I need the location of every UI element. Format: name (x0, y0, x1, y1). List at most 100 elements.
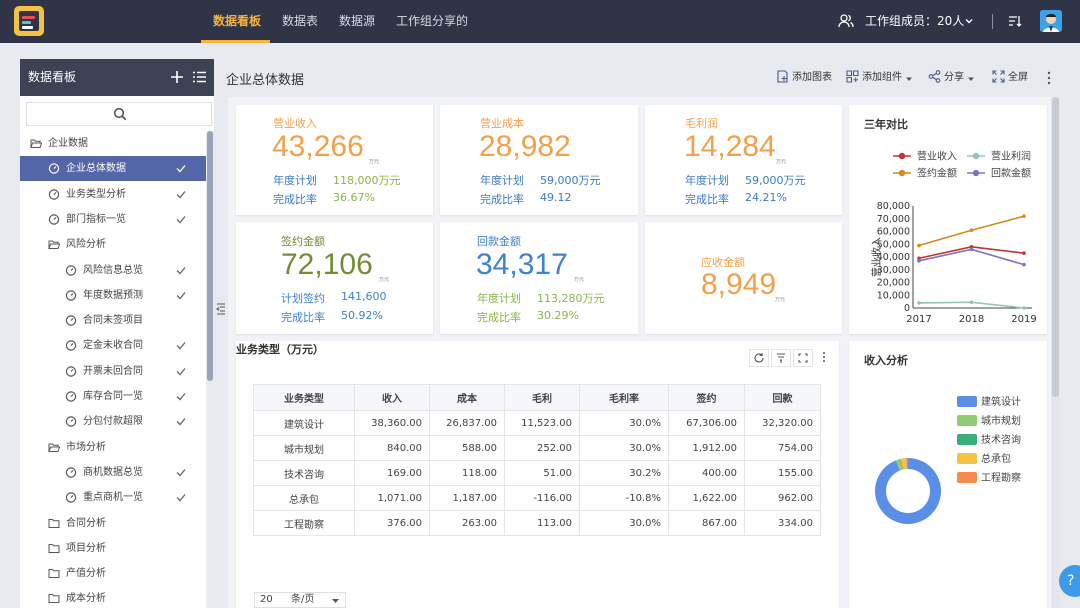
table-header-cell[interactable]: 毛利率 (579, 384, 669, 411)
main-scrollbar-thumb[interactable] (1052, 97, 1059, 397)
legend-label[interactable]: 建筑设计 (981, 395, 1021, 408)
legend-label[interactable]: 营业收入 (917, 150, 957, 163)
table-row[interactable]: 建筑设计 38,360.00 26,837.00 11,523.00 30.0% 67,3… (253, 410, 821, 436)
table-cell: 169.00 (354, 460, 430, 486)
sidebar-item[interactable]: 项目分析 (20, 536, 206, 561)
expand-button[interactable] (793, 349, 813, 367)
sidebar-item[interactable]: 企业总体数据 (20, 156, 206, 182)
kpi-card-receivable[interactable]: 应收金额 8,949 万元 (645, 222, 842, 334)
sidebar-item[interactable]: 企业数据 (20, 131, 206, 156)
sidebar-item[interactable]: 库存合同一览 (20, 384, 206, 409)
chevron-down-icon[interactable] (964, 16, 974, 26)
data-point[interactable] (1022, 262, 1026, 267)
sidebar-item[interactable]: 部门指标一览 (20, 207, 206, 232)
share-button[interactable]: 分享 (928, 70, 978, 86)
data-point[interactable] (917, 243, 921, 248)
table-row[interactable]: 总承包 1,071.00 1,187.00 -116.00 -10.8% 1,622.00… (253, 485, 821, 511)
members-count[interactable]: 工作组成员：20人 (865, 0, 964, 43)
legend-label[interactable]: 签约金额 (917, 167, 957, 180)
add-component-button[interactable]: 添加组件 (846, 70, 916, 86)
check-icon (176, 494, 186, 502)
filter-button[interactable] (771, 349, 791, 367)
refresh-button[interactable] (749, 349, 769, 367)
page-size-select[interactable]: 20 条/页 (254, 592, 346, 608)
sidebar-item[interactable]: 开票未回合同 (20, 359, 206, 384)
share-label: 分享 (944, 72, 964, 83)
sidebar-item[interactable]: 成本分析 (20, 586, 206, 608)
card-more-button[interactable] (815, 349, 835, 367)
legend-label[interactable]: 回款金额 (991, 167, 1031, 180)
data-point[interactable] (969, 247, 974, 252)
nav-tab-datasheet[interactable]: 数据表 (282, 0, 318, 43)
sidebar-item[interactable]: 合同分析 (20, 511, 206, 536)
sidebar-scrollbar-thumb[interactable] (207, 131, 213, 381)
sidebar-item[interactable]: 年度数据预测 (20, 283, 206, 308)
user-avatar[interactable] (1040, 10, 1062, 32)
table-cell: 588.00 (429, 435, 505, 461)
legend-label[interactable]: 营业利润 (991, 150, 1031, 163)
kpi-unit: 万元 (775, 297, 786, 303)
sort-icon[interactable] (1008, 14, 1022, 28)
sidebar-item[interactable]: 风险信息总览 (20, 258, 206, 283)
sidebar-item[interactable]: 市场分析 (20, 435, 206, 460)
collapse-sidebar-icon[interactable] (216, 302, 226, 316)
check-icon (176, 190, 186, 199)
table-header-cell[interactable]: 业务类型 (253, 384, 355, 411)
table-row[interactable]: 城市规划 840.00 588.00 252.00 30.0% 1,912.00 754.0… (253, 435, 821, 461)
legend-swatch (957, 453, 977, 464)
revenue-donut-chart: 建筑设计城市规划技术咨询总承包工程勘察 (875, 395, 1021, 524)
help-button[interactable]: ? (1059, 565, 1080, 597)
legend-label[interactable]: 总承包 (981, 452, 1011, 465)
sidebar-search-input[interactable] (26, 102, 212, 126)
sidebar-item[interactable]: 定金未收合同 (20, 333, 206, 358)
dashboard-sidebar: 数据看板 企业数据 企业总体数据 业务类型分析 部门指标一览 风险分析 风险信息总览 年度数… (20, 59, 214, 608)
data-point[interactable] (1022, 251, 1026, 255)
sidebar-item[interactable]: 业务类型分析 (20, 182, 206, 207)
dashboard-icon (65, 315, 77, 326)
dashboard-icon (65, 365, 77, 377)
table-header-cell[interactable]: 成本 (429, 384, 505, 411)
sidebar-item[interactable]: 分包付款超限 (20, 409, 206, 434)
legend-label[interactable]: 工程勘察 (981, 471, 1021, 484)
kpi-card-profit[interactable]: 毛利润 14,284 万元 年度计划 59,000万元 完成比率 24.21% (645, 105, 842, 215)
legend-label[interactable]: 城市规划 (981, 414, 1021, 427)
nav-tab-dashboard[interactable]: 数据看板 (213, 0, 261, 43)
sidebar-item[interactable]: 商机数据总览 (20, 460, 206, 485)
dashboard-icon (65, 467, 77, 478)
more-options-icon[interactable] (1044, 70, 1054, 86)
data-point[interactable] (1022, 306, 1026, 310)
list-icon[interactable] (193, 71, 206, 83)
fullscreen-button[interactable]: 全屏 (992, 70, 1028, 86)
add-icon[interactable] (171, 71, 183, 83)
add-chart-button[interactable]: 添加图表 (776, 70, 832, 86)
table-header-cell[interactable]: 毛利 (504, 384, 580, 411)
data-point[interactable] (917, 301, 921, 305)
legend-label[interactable]: 技术咨询 (981, 433, 1021, 446)
table-row[interactable]: 技术咨询 169.00 118.00 51.00 30.2% 400.00 155.00 (253, 460, 821, 486)
nav-tab-group-shared[interactable]: 工作组分享的 (396, 0, 468, 43)
data-point[interactable] (1022, 214, 1026, 218)
toolbar-divider (992, 14, 993, 29)
kpi-card-received[interactable]: 回款金额 34,317 万元 年度计划 113,280万元 完成比率 30.29… (440, 222, 638, 334)
kpi-card-signed[interactable]: 签约金额 72,106 万元 计划签约 141,600 完成比率 50.92% (236, 222, 433, 334)
y-tick-label: 0 (904, 303, 910, 314)
data-point[interactable] (917, 259, 921, 263)
data-point[interactable] (969, 228, 974, 233)
dashboard-icon (48, 163, 60, 174)
data-point[interactable] (969, 300, 974, 305)
sidebar-item-label: 合同分析 (66, 517, 106, 529)
table-cell: 252.00 (504, 435, 580, 461)
sidebar-item[interactable]: 风险分析 (20, 232, 206, 257)
kpi-card-revenue[interactable]: 营业收入 43,266 万元 年度计划 118,000万元 完成比率 36.67… (236, 105, 433, 215)
table-header-cell[interactable]: 签约 (668, 384, 745, 411)
sidebar-item[interactable]: 合同未签项目 (20, 308, 206, 333)
nav-tab-datasource[interactable]: 数据源 (339, 0, 375, 43)
sidebar-item[interactable]: 产值分析 (20, 561, 206, 586)
table-header-cell[interactable]: 收入 (354, 384, 430, 411)
kpi-card-cost[interactable]: 营业成本 28,982 年度计划 59,000万元 完成比率 49.12 万元 (440, 105, 638, 215)
app-logo-icon[interactable] (14, 6, 44, 36)
members-icon[interactable] (838, 13, 854, 29)
table-row[interactable]: 工程勘察 376.00 263.00 113.00 30.0% 867.00 334.00 (253, 510, 821, 536)
sidebar-item[interactable]: 重点商机一览 (20, 485, 206, 510)
table-header-cell[interactable]: 回款 (744, 384, 821, 411)
